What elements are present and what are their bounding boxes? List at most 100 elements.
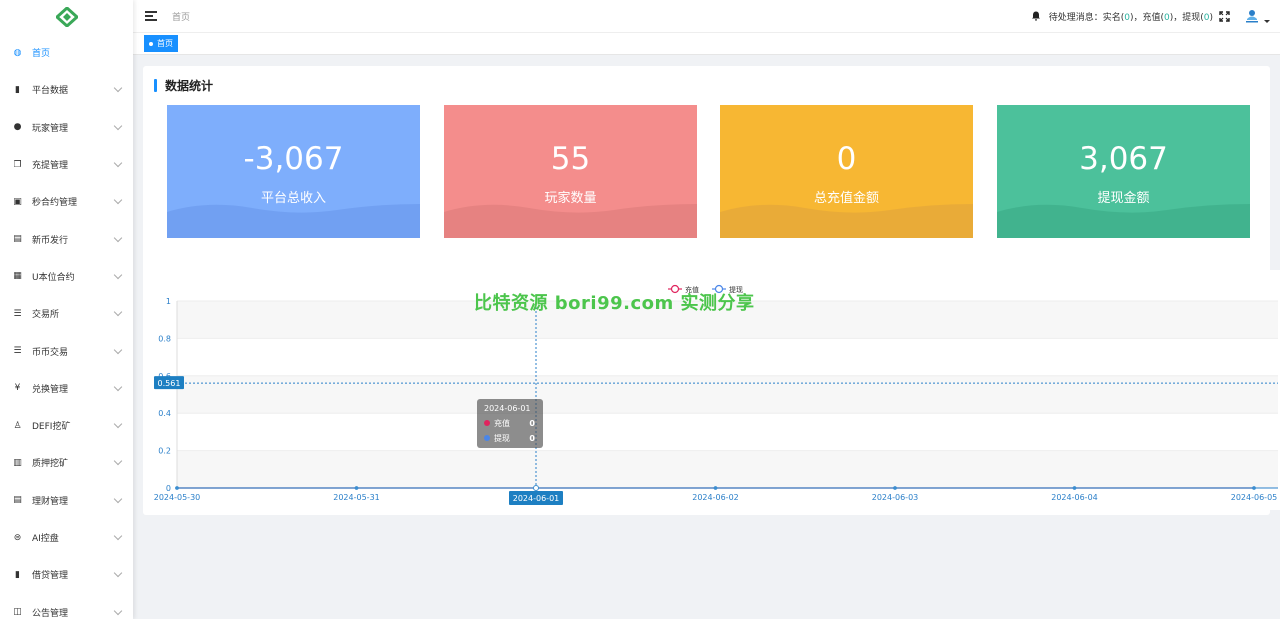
walker-icon: ♙ [13,420,22,431]
tab-home-label: 首页 [157,39,173,48]
sidebar-item[interactable]: ▮ 借贷管理 [0,556,133,593]
data-point [713,486,718,490]
sidebar-item[interactable]: ⊜ AI控盘 [0,519,133,556]
chevron-down-icon [113,307,123,317]
hover-point [533,485,539,491]
tooltip-dot [484,435,490,441]
logo[interactable] [0,0,133,34]
x-tick-label: 2024-06-04 [1051,493,1098,502]
sidebar: ◍ 首页 ▮ 平台数据 ● 玩家管理 ❐ 充提管理 ▣ 秒合约管理 ▤ 新币发行 ▦ U本位合约 ☰ 交易所 ☰… [0,0,133,619]
tag-dot-icon [149,41,153,46]
avatar[interactable] [1244,8,1260,24]
crosshair-x-label: 2024-06-01 [513,494,560,503]
bell-icon[interactable] [1031,11,1041,21]
chevron-down-icon [113,233,123,242]
card-icon: ▤ [13,234,22,245]
dashboard-icon: ◍ [13,47,22,58]
x-tick-label: 2024-06-05 [1231,493,1278,502]
chevron-down-icon [113,158,123,168]
fullscreen-icon[interactable] [1219,10,1230,22]
sidebar-item[interactable]: ☰ 交易所 [0,295,133,332]
sidebar-item-label: U本位合约 [32,272,75,283]
chevron-down-icon [113,196,123,205]
tags-bar: 首页 [133,33,1280,55]
data-point [354,486,359,490]
notice-prefix: 待处理消息：实名( [1048,12,1125,23]
monitor-icon: ▣ [13,196,22,207]
stat-label: 平台总收入 [260,191,326,206]
sidebar-item[interactable]: ▥ 质押挖矿 [0,444,133,481]
stat-card: 0 总充值金额 [720,105,973,238]
book-icon: ▮ [15,569,20,580]
user-icon: ● [13,122,22,133]
sidebar-item-label: 理财管理 [32,496,69,507]
data-point [175,486,179,490]
data-point [893,486,897,490]
sidebar-item[interactable]: ¥ 兑换管理 [0,370,133,407]
chevron-down-icon [113,569,123,578]
bar-chart-icon: ▥ [13,457,22,468]
notice-suffix: ) [1209,12,1213,23]
sidebar-item[interactable]: ◫ 公告管理 [0,593,133,619]
watermark-text: 比特资源 bori99.com 实测分享 [474,293,755,314]
sidebar-item-label: 秒合约管理 [32,198,78,209]
logo-icon [55,7,78,27]
header-right: 待处理消息：实名(0)，充值(0)，提现(0) [1031,8,1280,24]
yen-icon: ¥ [14,383,21,394]
sidebar-item-label: 币币交易 [32,347,69,358]
breadcrumb[interactable]: 首页 [172,10,190,23]
stat-value: 3,067 [1079,141,1168,177]
y-tick-label: 0.2 [158,447,171,456]
sidebar-item[interactable]: ▣ 秒合约管理 [0,183,133,220]
pending-messages[interactable]: 待处理消息：实名(0)，充值(0)，提现(0) [1049,10,1213,23]
grid-icon: ▦ [13,271,22,282]
document-icon: ▤ [13,495,22,506]
x-tick-label: 2024-06-03 [872,493,919,502]
tooltip-dot [484,420,490,426]
stat-value: 0 [836,141,857,177]
sidebar-item-label: 玩家管理 [32,123,69,134]
sidebar-item[interactable]: ◍ 首页 [0,34,133,71]
sidebar-item[interactable]: ☰ 币币交易 [0,332,133,369]
tooltip-series-name: 提现 [494,433,510,443]
data-point [1252,486,1256,490]
y-tick-label: 0.4 [158,409,171,418]
chevron-down-icon [113,531,123,541]
data-point [1072,486,1077,490]
notice-mid1: )，充值( [1129,12,1164,23]
menu-toggle-icon[interactable] [145,11,157,21]
x-tick-label: 2024-05-30 [154,493,201,502]
chevron-down-icon [113,270,123,280]
robot-icon: ⊜ [13,532,22,543]
notice-mid2: )，提现( [1169,12,1204,23]
x-tick-label: 2024-06-02 [692,493,739,502]
tab-home[interactable]: 首页 [144,35,178,52]
top-header: 首页 待处理消息：实名(0)，充值(0)，提现(0) [133,0,1280,33]
sidebar-item[interactable]: ❐ 充提管理 [0,146,133,183]
stat-card: 3,067 提现金额 [997,105,1250,238]
sidebar-item-label: 充提管理 [32,161,69,172]
x-tick-label: 2024-05-31 [333,493,380,502]
sidebar-item[interactable]: ▦ U本位合约 [0,258,133,295]
chevron-down-icon [113,84,123,93]
tooltip-series-name: 充值 [494,418,510,428]
sidebar-item[interactable]: ● 玩家管理 [0,109,133,146]
sidebar-item-label: DEFI挖矿 [32,422,71,433]
chevron-down-icon [113,494,123,503]
chevron-down-icon [113,419,123,429]
sidebar-item-label: 平台数据 [32,86,69,97]
grid-band [177,450,1278,488]
sidebar-item[interactable]: ♙ DEFI挖矿 [0,407,133,444]
sidebar-menu: ◍ 首页 ▮ 平台数据 ● 玩家管理 ❐ 充提管理 ▣ 秒合约管理 ▤ 新币发行 ▦ U本位合约 ☰ 交易所 ☰… [0,34,133,619]
list-icon: ☰ [13,308,22,319]
sidebar-item[interactable]: ▤ 新币发行 [0,220,133,257]
stat-label: 提现金额 [1097,191,1150,206]
caret-down-icon[interactable] [1264,19,1270,23]
sidebar-item[interactable]: ▤ 理财管理 [0,482,133,519]
sidebar-item-label: 新币发行 [32,235,69,246]
sidebar-item[interactable]: ▮ 平台数据 [0,71,133,108]
sidebar-item-label: 交易所 [32,310,60,321]
stat-label: 玩家数量 [544,191,597,206]
stat-label: 总充值金额 [813,191,879,206]
stat-value: -3,067 [243,141,344,177]
